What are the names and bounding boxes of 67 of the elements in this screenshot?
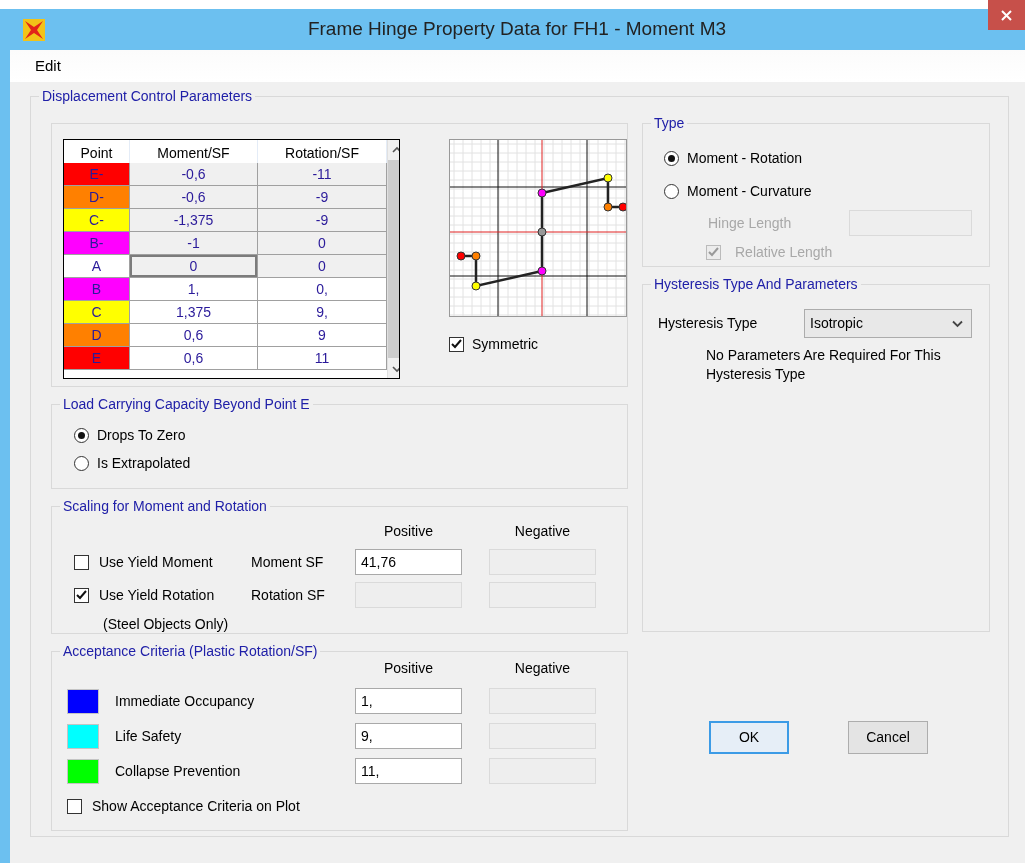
- note-text: (Steel Objects Only): [103, 615, 230, 634]
- menu-item[interactable]: Edit: [35, 54, 61, 78]
- checkbox[interactable]: [74, 587, 89, 603]
- dialog-button[interactable]: OK: [709, 721, 789, 754]
- column-heading: Positive: [383, 659, 434, 678]
- criteria-label: Immediate Occupancy: [115, 691, 256, 711]
- field-label: Moment SF: [251, 552, 325, 572]
- radio-button[interactable]: [74, 455, 89, 471]
- checkbox-label: Show Acceptance Criteria on Plot: [92, 796, 300, 816]
- dialog-button[interactable]: Cancel: [848, 721, 928, 754]
- radio-label: Moment - Curvature: [687, 182, 812, 201]
- table-cell[interactable]: 1,375: [130, 301, 258, 324]
- column-heading: Negative: [513, 659, 572, 678]
- close-icon: [1001, 9, 1012, 21]
- window-title: Frame Hinge Property Data for FH1 - Moment M3: [306, 17, 728, 42]
- color-swatch[interactable]: [67, 688, 99, 714]
- field-label: Hysteresis Type: [658, 314, 759, 333]
- field-label: Rotation SF: [251, 585, 326, 605]
- close-button[interactable]: [988, 0, 1025, 30]
- table-cell[interactable]: 0,6: [130, 347, 258, 370]
- input-field[interactable]: 9,: [355, 723, 462, 749]
- radio-button[interactable]: [664, 184, 679, 199]
- point-cell: B: [64, 278, 130, 301]
- checkbox[interactable]: [449, 336, 464, 352]
- point-cell: C-: [64, 209, 130, 232]
- checkbox[interactable]: [74, 554, 89, 570]
- radio-label: Moment - Rotation: [687, 149, 803, 168]
- field-label: Hinge Length: [708, 213, 793, 233]
- radio-button[interactable]: [664, 151, 679, 166]
- point-cell: B-: [64, 232, 130, 255]
- point-cell: E-: [64, 163, 130, 186]
- point-cell: D-: [64, 186, 130, 209]
- column-heading: Positive: [383, 522, 434, 541]
- criteria-label: Life Safety: [115, 726, 183, 746]
- table-cell[interactable]: 1,: [130, 278, 258, 301]
- radio-button[interactable]: [74, 427, 89, 443]
- chevron-down-icon: [391, 365, 399, 373]
- group-title: Displacement Control Parameters: [39, 89, 256, 103]
- group-title: Hysteresis Type And Parameters: [651, 277, 861, 291]
- column-heading: Negative: [513, 522, 572, 541]
- point-cell: A: [64, 255, 130, 278]
- chevron-up-icon: [391, 145, 399, 153]
- input-field[interactable]: 41,76: [355, 549, 462, 575]
- input-field[interactable]: 11,: [355, 758, 462, 784]
- radio-label: Is Extrapolated: [97, 453, 191, 473]
- checkbox-label: Relative Length: [735, 242, 833, 262]
- criteria-label: Collapse Prevention: [115, 761, 242, 781]
- chevron-down-icon: [952, 319, 963, 328]
- group-title: Type: [651, 116, 688, 130]
- checkbox-label: Symmetric: [472, 334, 539, 354]
- color-swatch[interactable]: [67, 723, 99, 749]
- checkbox[interactable]: [67, 798, 82, 814]
- point-cell: C: [64, 301, 130, 324]
- checkbox-label: Use Yield Rotation: [99, 585, 215, 605]
- table-cell[interactable]: 0,6: [130, 324, 258, 347]
- group-title: Scaling for Moment and Rotation: [60, 499, 270, 513]
- radio-label: Drops To Zero: [97, 425, 186, 445]
- hysteresis-type-dropdown[interactable]: Isotropic: [804, 309, 972, 338]
- app-logo-icon: [22, 17, 46, 42]
- point-cell: D: [64, 324, 130, 347]
- checkbox-label: Use Yield Moment: [99, 552, 213, 572]
- group-title: Acceptance Criteria (Plastic Rotation/SF): [60, 644, 321, 658]
- input-field[interactable]: 1,: [355, 688, 462, 714]
- point-cell: E: [64, 347, 130, 370]
- color-swatch[interactable]: [67, 758, 99, 784]
- note-text: No Parameters Are Required For This Hysteresis Type: [706, 346, 942, 384]
- group-title: Load Carrying Capacity Beyond Point E: [60, 397, 313, 411]
